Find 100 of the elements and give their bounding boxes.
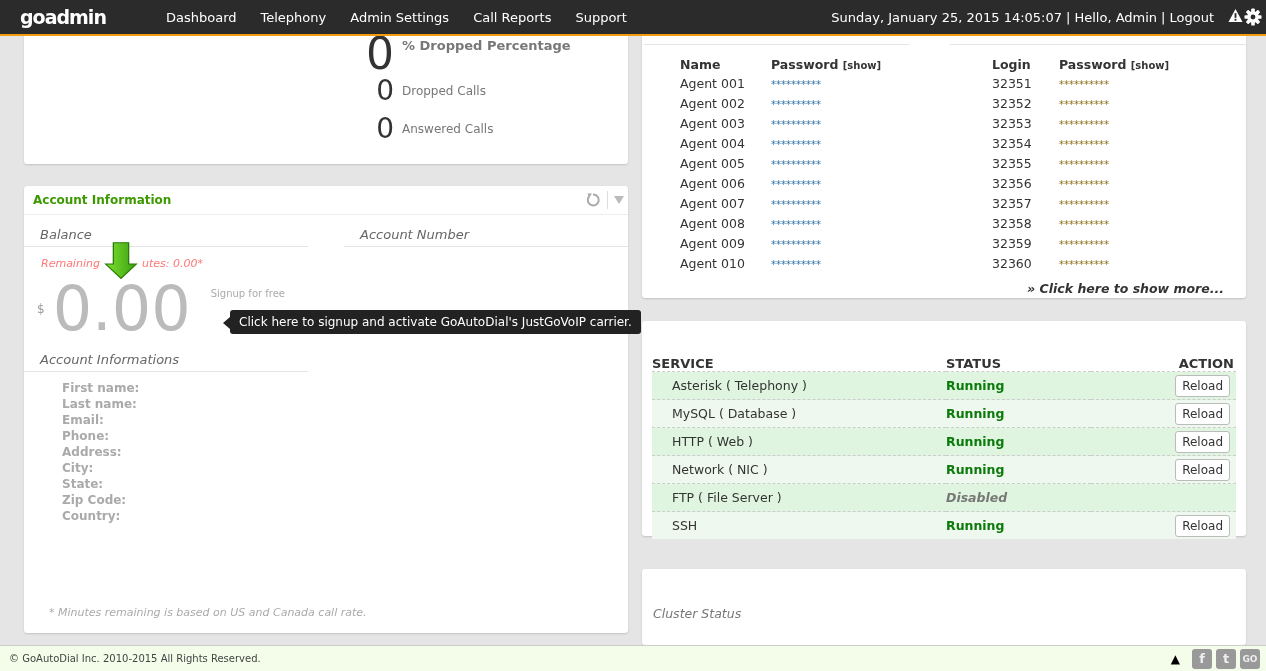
field-label: Phone: [62, 428, 111, 444]
service-status: Running [946, 406, 1005, 422]
show-more-link[interactable]: » Click here to show more... [642, 273, 1246, 296]
table-cell: Agent 003 [680, 113, 771, 133]
service-status: Running [946, 518, 1005, 534]
masked-password: ********** [1059, 158, 1109, 170]
stat-value: 0 [375, 111, 394, 147]
table-cell: Agent 004 [680, 133, 771, 153]
stat-label: Answered Calls [402, 122, 494, 136]
nav-link[interactable]: Telephony [248, 9, 339, 25]
balance-amount: 0.00 [52, 284, 191, 334]
reload-button[interactable]: Reload [1175, 514, 1230, 537]
table-cell: Agent 009 [680, 233, 771, 253]
table-cell: 32352 [992, 93, 1059, 113]
masked-password: ********** [771, 118, 821, 130]
table-cell: Agent 002 [680, 93, 771, 113]
card-title: Account Information [33, 193, 172, 207]
field-label: State: [62, 476, 105, 492]
masked-password: ********** [1059, 138, 1109, 150]
show-link[interactable]: [show] [1130, 59, 1170, 71]
masked-password: ********** [1059, 258, 1109, 270]
field-label: First name: [62, 380, 141, 396]
table-cell: 32360 [992, 253, 1059, 273]
card-title: Cluster Status [653, 606, 742, 622]
column-header: Password [771, 56, 839, 72]
masked-password: ********** [771, 238, 821, 250]
reload-button[interactable]: Reload [1175, 430, 1230, 453]
field-label: City: [62, 460, 95, 476]
nav-link[interactable]: Admin Settings [338, 9, 462, 25]
service-name: Network ( NIC ) [672, 462, 768, 478]
logout-link[interactable]: Logout [1169, 9, 1214, 25]
tooltip-pointer-icon [223, 317, 230, 329]
table-cell: 32355 [992, 153, 1059, 173]
section-heading: Account Informations [24, 348, 308, 372]
reload-button[interactable]: Reload [1175, 374, 1230, 397]
service-status: Running [946, 462, 1005, 478]
masked-password: ********** [771, 218, 821, 230]
scroll-top-link[interactable]: ▲ [1170, 651, 1180, 666]
column-header: Password [1059, 56, 1127, 72]
service-name: HTTP ( Web ) [672, 434, 753, 450]
table-cell: 32357 [992, 193, 1059, 213]
table-cell: 32353 [992, 113, 1059, 133]
service-status: Running [946, 378, 1005, 394]
column-header: STATUS [946, 355, 1092, 372]
nav-link[interactable]: Support [563, 9, 639, 25]
down-arrow-icon [104, 242, 138, 280]
field-label: Email: [62, 412, 105, 428]
table-cell: Agent 010 [680, 253, 771, 273]
column-header: Name [680, 55, 722, 73]
masked-password: ********** [771, 178, 821, 190]
field-label: Last name: [62, 396, 138, 412]
table-cell: 32356 [992, 173, 1059, 193]
table-cell: 32354 [992, 133, 1059, 153]
settings-icon[interactable] [1244, 8, 1262, 26]
service-name: SSH [672, 518, 698, 534]
column-header: SERVICE [652, 355, 946, 372]
masked-password: ********** [771, 78, 821, 90]
show-link[interactable]: [show] [842, 59, 882, 71]
masked-password: ********** [1059, 118, 1109, 130]
stat-value: 0 [375, 73, 394, 109]
logo[interactable]: goadmin [20, 6, 140, 28]
separator-text: | [1066, 9, 1071, 25]
service-status: Running [946, 434, 1005, 450]
table-cell: 32359 [992, 233, 1059, 253]
nav-link[interactable]: Dashboard [154, 9, 249, 25]
masked-password: ********** [1059, 98, 1109, 110]
masked-password: ********** [771, 198, 821, 210]
date-time: Sunday, January 25, 2015 14:05:07 [831, 9, 1063, 25]
field-label: Country: [62, 508, 122, 524]
masked-password: ********** [771, 98, 821, 110]
masked-password: ********** [1059, 198, 1109, 210]
table-cell: Agent 007 [680, 193, 771, 213]
stat-label: Dropped Calls [402, 84, 486, 98]
field-label: Zip Code: [62, 492, 128, 508]
table-cell: 32358 [992, 213, 1059, 233]
stat-value: 0 [365, 36, 394, 72]
currency-sign: $ [37, 302, 45, 316]
table-cell: Agent 001 [680, 73, 771, 93]
masked-password: ********** [1059, 178, 1109, 190]
nav-link[interactable]: Call Reports [461, 9, 564, 25]
reload-button[interactable]: Reload [1175, 402, 1230, 425]
footnote: * Minutes remaining is based on US and Canada call rate. [49, 606, 367, 619]
masked-password: ********** [771, 158, 821, 170]
column-header: Login [992, 55, 1032, 73]
remaining-minutes: utes: 0.00* [141, 257, 203, 270]
service-status: Disabled [946, 490, 1008, 506]
masked-password: ********** [1059, 238, 1109, 250]
table-cell: Agent 008 [680, 213, 771, 233]
reload-button[interactable]: Reload [1175, 458, 1230, 481]
column-header: ACTION [1091, 355, 1236, 372]
copyright: © GoAutoDial Inc. 2010-2015 All Rights Reserved. [9, 653, 261, 664]
warning-icon[interactable] [1228, 8, 1243, 23]
table-cell: Agent 006 [680, 173, 771, 193]
service-name: FTP ( File Server ) [672, 490, 782, 506]
masked-password: ********** [771, 138, 821, 150]
masked-password: ********** [1059, 78, 1109, 90]
field-label: Address: [62, 444, 123, 460]
service-name: MySQL ( Database ) [672, 406, 797, 422]
masked-password: ********** [1059, 218, 1109, 230]
greeting: Hello, Admin [1074, 9, 1158, 25]
